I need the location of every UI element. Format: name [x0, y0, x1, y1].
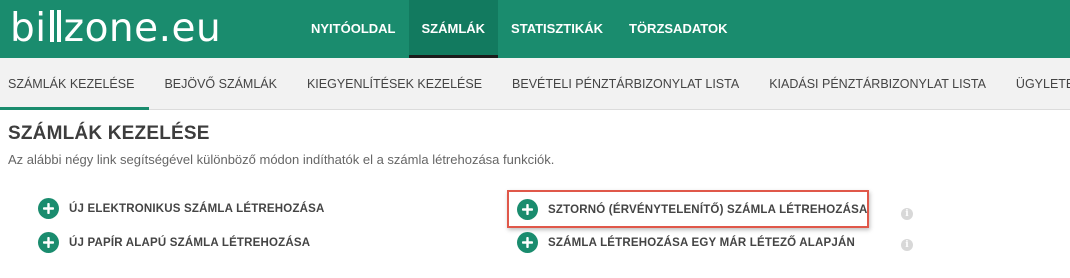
logo-bar [49, 10, 54, 42]
plus-icon [38, 232, 59, 253]
sub-nav-bejovo-szamlak[interactable]: BEJÖVŐ SZÁMLÁK [149, 58, 292, 110]
invoice-from-existing-link[interactable]: SZÁMLA LÉTREHOZÁSA EGY MÁR LÉTEZŐ ALAPJÁ… [517, 232, 855, 253]
sub-nav: SZÁMLÁK KEZELÉSE BEJÖVŐ SZÁMLÁK KIEGYENL… [0, 58, 1070, 110]
logo-bar [56, 10, 61, 42]
sub-nav-szamlak-kezelese[interactable]: SZÁMLÁK KEZELÉSE [0, 58, 150, 110]
plus-icon [517, 232, 538, 253]
plus-icon [38, 198, 59, 219]
info-icon[interactable]: i [901, 208, 913, 220]
plus-icon [517, 199, 538, 220]
logo-text-left: bi [10, 6, 47, 51]
top-bar: bi zone.eu NYITÓOLDAL SZÁMLÁK STATISZTIKÁ… [0, 0, 1070, 58]
main-nav: NYITÓOLDAL SZÁMLÁK STATISZTIKÁK TÖRZSADA… [298, 0, 740, 58]
main-nav-szamlak[interactable]: SZÁMLÁK [408, 0, 499, 58]
main-nav-nyitooldal[interactable]: NYITÓOLDAL [298, 0, 409, 58]
logo-text-right: zone.eu [63, 6, 222, 51]
sub-nav-ugyletek[interactable]: ÜGYLETEK [1001, 58, 1070, 110]
page-description: Az alábbi négy link segítségével különbö… [8, 152, 555, 167]
sub-nav-kiadasi-penztarbizonylat-lista[interactable]: KIADÁSI PÉNZTÁRBIZONYLAT LISTA [754, 58, 1001, 110]
new-paper-invoice-label: ÚJ PAPÍR ALAPÚ SZÁMLA LÉTREHOZÁSA [69, 236, 311, 249]
billzone-logo[interactable]: bi zone.eu [10, 4, 221, 54]
info-icon[interactable]: i [901, 239, 913, 251]
sub-nav-kiegyenlitesek-kezelese[interactable]: KIEGYENLÍTÉSEK KEZELÉSE [292, 58, 497, 110]
new-electronic-invoice-link[interactable]: ÚJ ELEKTRONIKUS SZÁMLA LÉTREHOZÁSA [38, 198, 325, 219]
page-title: SZÁMLÁK KEZELÉSE [8, 123, 210, 144]
sub-nav-beveteli-penztarbizonylat-lista[interactable]: BEVÉTELI PÉNZTÁRBIZONYLAT LISTA [497, 58, 754, 110]
main-nav-torzsadatok[interactable]: TÖRZSADATOK [616, 0, 740, 58]
main-nav-statisztikak[interactable]: STATISZTIKÁK [498, 0, 616, 58]
new-electronic-invoice-label: ÚJ ELEKTRONIKUS SZÁMLA LÉTREHOZÁSA [69, 202, 325, 215]
invoice-from-existing-label: SZÁMLA LÉTREHOZÁSA EGY MÁR LÉTEZŐ ALAPJÁ… [548, 236, 855, 249]
storno-invoice-label: SZTORNÓ (ÉRVÉNYTELENÍTŐ) SZÁMLA LÉTREHOZ… [548, 203, 868, 216]
storno-invoice-link[interactable]: SZTORNÓ (ÉRVÉNYTELENÍTŐ) SZÁMLA LÉTREHOZ… [517, 199, 868, 220]
new-paper-invoice-link[interactable]: ÚJ PAPÍR ALAPÚ SZÁMLA LÉTREHOZÁSA [38, 232, 310, 253]
